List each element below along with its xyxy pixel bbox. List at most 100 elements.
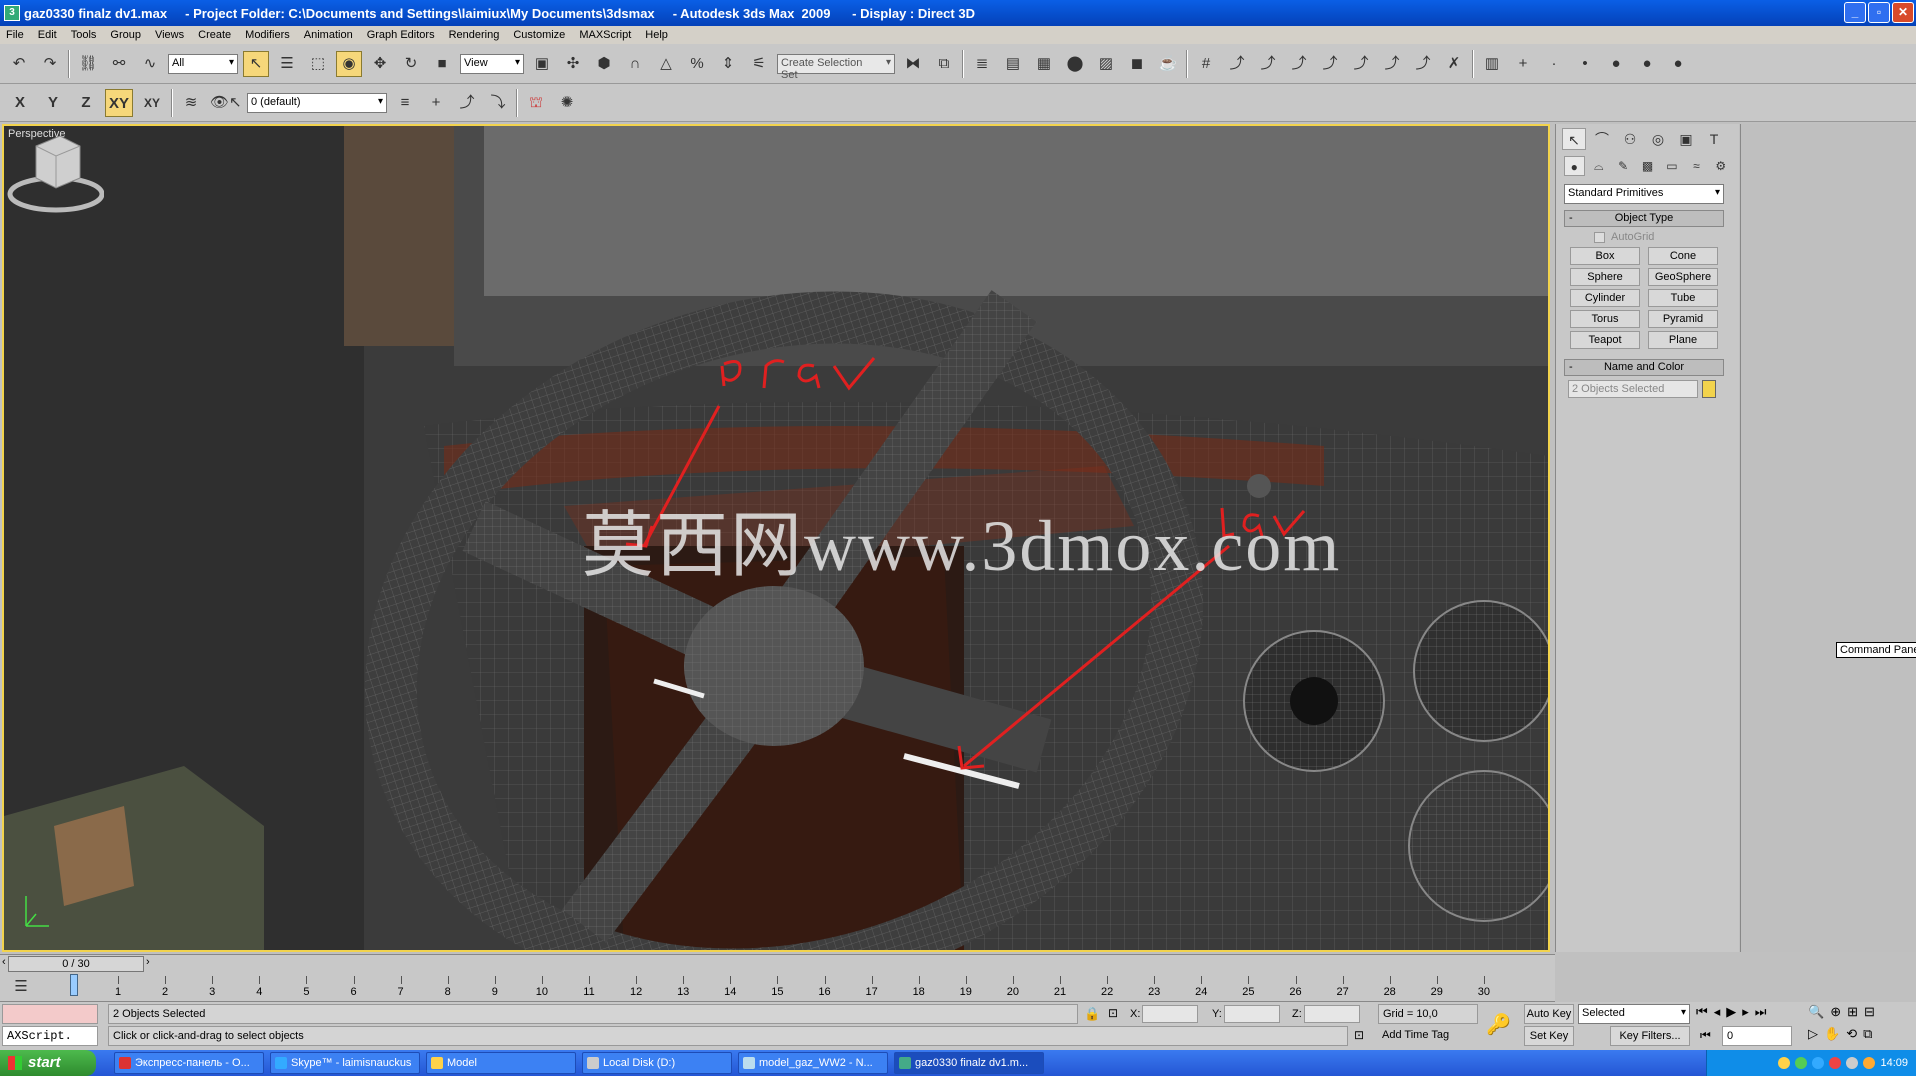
- layer-visible-icon[interactable]: 👁: [209, 90, 229, 116]
- spinner-snap-icon[interactable]: ⇕: [715, 51, 741, 77]
- menu-maxscript[interactable]: MAXScript: [579, 29, 631, 41]
- manipulate-icon[interactable]: ✣: [560, 51, 586, 77]
- pyramid-button[interactable]: Pyramid: [1648, 310, 1718, 328]
- bind-space-warp-icon[interactable]: ∿: [137, 51, 163, 77]
- menu-create[interactable]: Create: [198, 29, 231, 41]
- select-object-icon[interactable]: ↖: [243, 50, 269, 77]
- menu-edit[interactable]: Edit: [38, 29, 57, 41]
- move-icon[interactable]: ✥: [367, 51, 393, 77]
- menu-animation[interactable]: Animation: [304, 29, 353, 41]
- taskbar-item-opera[interactable]: Экспресс-панель - О...: [114, 1052, 264, 1074]
- key-icon[interactable]: 🔑: [1486, 1012, 1511, 1037]
- undo-icon[interactable]: ↶: [6, 51, 32, 77]
- window-crossing-icon[interactable]: ◉: [336, 50, 362, 77]
- redo-icon[interactable]: ↷: [37, 51, 63, 77]
- menu-modifiers[interactable]: Modifiers: [245, 29, 290, 41]
- bone-tool-icon-2[interactable]: ⤴: [1255, 51, 1281, 77]
- play-icon[interactable]: ▶: [1726, 1004, 1736, 1020]
- mirror-icon[interactable]: ⧓: [900, 51, 926, 77]
- geosphere-button[interactable]: GeoSphere: [1648, 268, 1718, 286]
- scale-icon[interactable]: ■: [429, 51, 455, 77]
- volume-icon[interactable]: [1846, 1057, 1859, 1069]
- name-and-color-rollout[interactable]: - Name and Color: [1564, 359, 1724, 376]
- perspective-viewport[interactable]: Perspective 莫西网www.3dmox.com: [2, 124, 1550, 952]
- zoom-all-icon[interactable]: ⊕: [1830, 1004, 1841, 1020]
- maxscript-listener-pink[interactable]: [2, 1004, 98, 1024]
- create-layer-icon[interactable]: ≡: [392, 90, 418, 116]
- material-editor-icon[interactable]: ⬤: [1062, 51, 1088, 77]
- add-to-layer-icon[interactable]: +: [423, 90, 449, 116]
- menu-rendering[interactable]: Rendering: [449, 29, 500, 41]
- object-color-swatch[interactable]: [1702, 380, 1716, 398]
- y-coordinate-field[interactable]: [1224, 1005, 1280, 1023]
- motion-tab-icon[interactable]: ◎: [1646, 128, 1670, 150]
- rectangular-region-icon[interactable]: ⬚: [305, 51, 331, 77]
- maximize-button[interactable]: ▫: [1868, 2, 1890, 23]
- z-coordinate-field[interactable]: [1304, 1005, 1360, 1023]
- taskbar-item-model-folder[interactable]: Model: [426, 1052, 576, 1074]
- sphere-button[interactable]: Sphere: [1570, 268, 1640, 286]
- x-coordinate-field[interactable]: [1142, 1005, 1198, 1023]
- key-mode-toggle-icon[interactable]: ⏮: [1700, 1028, 1711, 1043]
- track-bar[interactable]: ☰ 1 2 3 4 5 6 7 8 9 10 11 12 13 14 15 16 17 18 19 20 21 22 23 2…: [0, 972, 1555, 1002]
- bone-tool-icon-5[interactable]: ⤴: [1348, 51, 1374, 77]
- graphite-ribbon-icon[interactable]: ▤: [1000, 51, 1026, 77]
- bone-tool-icon-4[interactable]: ⤴: [1317, 51, 1343, 77]
- panel-toggle-icon[interactable]: ▥: [1479, 51, 1505, 77]
- maximize-viewport-icon[interactable]: ⧉: [1863, 1026, 1872, 1042]
- dot-medium-icon[interactable]: •: [1572, 51, 1598, 77]
- xy-constraint-icon[interactable]: ✗: [1441, 51, 1467, 77]
- primitive-category-dropdown[interactable]: Standard Primitives: [1564, 184, 1724, 204]
- sphere-light-icon[interactable]: ●: [1603, 51, 1629, 77]
- previous-frame-icon[interactable]: ◂: [1714, 1004, 1721, 1020]
- taskbar-item-3dsmax[interactable]: gaz0330 finalz dv1.m...: [894, 1052, 1044, 1074]
- helpers-icon[interactable]: ▭: [1662, 156, 1682, 176]
- render-production-icon[interactable]: ☕: [1155, 51, 1181, 77]
- bone-tool-icon-7[interactable]: ⤴: [1410, 51, 1436, 77]
- taskbar-item-local-disk[interactable]: Local Disk (D:): [582, 1052, 732, 1074]
- cone-button[interactable]: Cone: [1648, 247, 1718, 265]
- bone-tool-icon-3[interactable]: ⤴: [1286, 51, 1312, 77]
- current-frame-field[interactable]: 0: [1722, 1026, 1792, 1046]
- plus-icon[interactable]: +: [1510, 51, 1536, 77]
- zoom-extents-all-icon[interactable]: ⊟: [1864, 1004, 1875, 1020]
- orbit-icon[interactable]: ⟲: [1846, 1026, 1857, 1042]
- layers-icon[interactable]: ≋: [178, 90, 204, 116]
- particle-icon[interactable]: ✺: [554, 90, 580, 116]
- lights-icon[interactable]: ✎: [1613, 156, 1633, 176]
- autogrid-checkbox[interactable]: [1594, 231, 1605, 243]
- field-of-view-icon[interactable]: ▷: [1808, 1026, 1818, 1042]
- antivirus-icon[interactable]: [1829, 1057, 1842, 1069]
- link-icon[interactable]: ⛓: [75, 51, 101, 77]
- systems-icon[interactable]: ⚙: [1711, 156, 1731, 176]
- select-by-name-icon[interactable]: ☰: [274, 51, 300, 77]
- pivot-center-icon[interactable]: ▣: [529, 51, 555, 77]
- axis-x-button[interactable]: X: [6, 89, 34, 117]
- cameras-icon[interactable]: ▩: [1637, 156, 1657, 176]
- sphere-medium-icon[interactable]: ●: [1634, 51, 1660, 77]
- time-cursor[interactable]: [70, 974, 78, 996]
- stack-icon[interactable]: ⛫: [523, 90, 549, 116]
- rotate-icon[interactable]: ↻: [398, 51, 424, 77]
- time-slider-thumb[interactable]: 0 / 30: [8, 956, 144, 972]
- shield-icon[interactable]: [1778, 1057, 1791, 1069]
- shapes-icon[interactable]: ⌓: [1589, 156, 1609, 176]
- skype-tray-icon[interactable]: [1812, 1057, 1825, 1069]
- auto-key-button[interactable]: Auto Key: [1524, 1004, 1574, 1024]
- menu-tools[interactable]: Tools: [71, 29, 97, 41]
- maxscript-mini-listener[interactable]: AXScript.: [2, 1026, 98, 1046]
- utilities-tab-icon[interactable]: T: [1702, 128, 1726, 150]
- layer-dropdown[interactable]: 0 (default): [247, 92, 387, 113]
- curve-editor-mini-icon[interactable]: ☰: [8, 974, 34, 1000]
- time-slider[interactable]: ‹ 0 / 30 ›: [0, 954, 1555, 972]
- layer-freeze-icon[interactable]: ↖: [228, 90, 242, 116]
- set-current-layer-icon[interactable]: ⤵: [485, 90, 511, 116]
- time-tag-icon[interactable]: ⊡: [1354, 1028, 1364, 1042]
- hierarchy-tab-icon[interactable]: ⚇: [1618, 128, 1642, 150]
- box-button[interactable]: Box: [1570, 247, 1640, 265]
- sphere-dark-icon[interactable]: ●: [1665, 51, 1691, 77]
- network-icon[interactable]: [1795, 1057, 1808, 1069]
- bone-tool-icon-6[interactable]: ⤴: [1379, 51, 1405, 77]
- named-selection-dropdown[interactable]: Create Selection Set: [777, 53, 895, 81]
- render-setup-icon[interactable]: ▨: [1093, 51, 1119, 77]
